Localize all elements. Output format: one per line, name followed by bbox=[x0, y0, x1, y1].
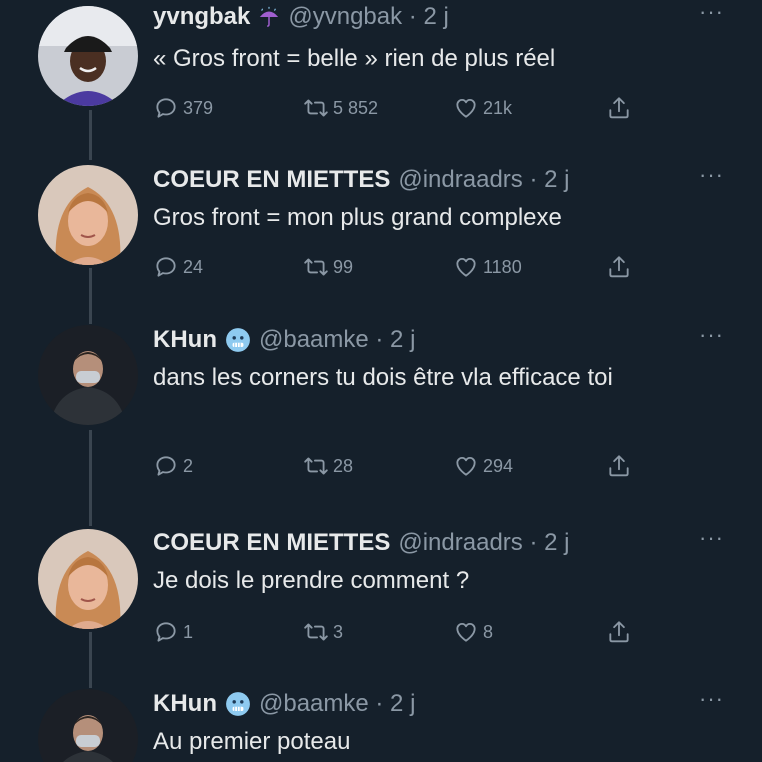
retweet-button[interactable]: 99 bbox=[303, 254, 353, 280]
tweet[interactable]: KHun @baamke · 2 j ··· Au premier poteau bbox=[0, 687, 762, 762]
avatar[interactable] bbox=[38, 6, 138, 106]
like-count: 8 bbox=[483, 621, 494, 642]
tweet[interactable]: KHun @baamke · 2 j ··· dans les corners … bbox=[0, 323, 762, 503]
tweet-text: Au premier poteau bbox=[153, 728, 351, 755]
tweet-text: Je dois le prendre comment ? bbox=[153, 567, 470, 594]
retweet-count: 28 bbox=[333, 455, 354, 476]
reply-count: 24 bbox=[183, 256, 204, 277]
tweet[interactable]: COEUR EN MIETTES @indraadrs · 2 j ··· Gr… bbox=[0, 163, 762, 303]
like-button[interactable]: 294 bbox=[453, 453, 513, 479]
tweet[interactable]: COEUR EN MIETTES @indraadrs · 2 j ··· Je… bbox=[0, 526, 762, 666]
avatar[interactable] bbox=[38, 689, 138, 762]
retweet-count: 3 bbox=[333, 621, 344, 642]
avatar[interactable] bbox=[38, 165, 138, 265]
speech-bubble-icon bbox=[153, 453, 179, 479]
handle-timestamp[interactable]: @indraadrs · 2 j bbox=[398, 529, 569, 557]
reply-button[interactable]: 2 bbox=[153, 453, 193, 479]
handle-timestamp[interactable]: @baamke · 2 j bbox=[259, 690, 415, 718]
display-name[interactable]: COEUR EN MIETTES bbox=[153, 166, 390, 194]
retweet-count: 5 852 bbox=[333, 97, 379, 118]
heart-icon bbox=[453, 453, 479, 479]
share-button[interactable] bbox=[606, 95, 632, 121]
tweet-text: « Gros front = belle » rien de plus réel bbox=[153, 45, 556, 72]
ellipsis-icon[interactable]: ··· bbox=[699, 688, 724, 710]
display-name[interactable]: yvngbak bbox=[153, 3, 250, 31]
like-count: 1180 bbox=[483, 256, 522, 277]
ellipsis-icon[interactable]: ··· bbox=[699, 164, 724, 186]
heart-icon bbox=[453, 619, 479, 645]
tweet-text: Gros front = mon plus grand complexe bbox=[153, 204, 562, 231]
share-upload-icon bbox=[606, 95, 632, 121]
speech-bubble-icon bbox=[153, 619, 179, 645]
retweet-arrows-icon bbox=[303, 254, 329, 280]
like-button[interactable]: 21k bbox=[453, 95, 512, 121]
reply-count: 2 bbox=[183, 455, 194, 476]
reply-count: 379 bbox=[183, 97, 214, 118]
retweet-count: 99 bbox=[333, 256, 354, 277]
cold-face-emoji-icon bbox=[225, 691, 251, 717]
avatar[interactable] bbox=[38, 529, 138, 629]
umbrella-rain-emoji-icon bbox=[258, 6, 280, 28]
share-upload-icon bbox=[606, 254, 632, 280]
retweet-button[interactable]: 3 bbox=[303, 619, 343, 645]
like-count: 21k bbox=[483, 97, 513, 118]
handle-timestamp[interactable]: @indraadrs · 2 j bbox=[398, 166, 569, 194]
avatar[interactable] bbox=[38, 325, 138, 425]
reply-count: 1 bbox=[183, 621, 194, 642]
ellipsis-icon[interactable]: ··· bbox=[699, 1, 724, 23]
retweet-button[interactable]: 28 bbox=[303, 453, 353, 479]
ellipsis-icon[interactable]: ··· bbox=[699, 324, 724, 346]
tweet[interactable]: yvngbak @yvngbak · 2 j ··· « Gros front … bbox=[0, 0, 762, 140]
handle-timestamp[interactable]: @yvngbak · 2 j bbox=[288, 3, 448, 31]
handle-timestamp[interactable]: @baamke · 2 j bbox=[259, 326, 415, 354]
retweet-arrows-icon bbox=[303, 95, 329, 121]
reply-button[interactable]: 1 bbox=[153, 619, 193, 645]
like-button[interactable]: 8 bbox=[453, 619, 493, 645]
ellipsis-icon[interactable]: ··· bbox=[699, 527, 724, 549]
share-button[interactable] bbox=[606, 254, 632, 280]
retweet-button[interactable]: 5 852 bbox=[303, 95, 378, 121]
like-count: 294 bbox=[483, 455, 514, 476]
share-upload-icon bbox=[606, 619, 632, 645]
share-upload-icon bbox=[606, 453, 632, 479]
tweet-text: dans les corners tu dois être vla effica… bbox=[153, 364, 613, 391]
display-name[interactable]: COEUR EN MIETTES bbox=[153, 529, 390, 557]
speech-bubble-icon bbox=[153, 254, 179, 280]
display-name[interactable]: KHun bbox=[153, 326, 217, 354]
reply-button[interactable]: 379 bbox=[153, 95, 213, 121]
display-name[interactable]: KHun bbox=[153, 690, 217, 718]
heart-icon bbox=[453, 254, 479, 280]
retweet-arrows-icon bbox=[303, 453, 329, 479]
cold-face-emoji-icon bbox=[225, 327, 251, 353]
share-button[interactable] bbox=[606, 619, 632, 645]
heart-icon bbox=[453, 95, 479, 121]
retweet-arrows-icon bbox=[303, 619, 329, 645]
reply-button[interactable]: 24 bbox=[153, 254, 203, 280]
speech-bubble-icon bbox=[153, 95, 179, 121]
like-button[interactable]: 1180 bbox=[453, 254, 522, 280]
share-button[interactable] bbox=[606, 453, 632, 479]
